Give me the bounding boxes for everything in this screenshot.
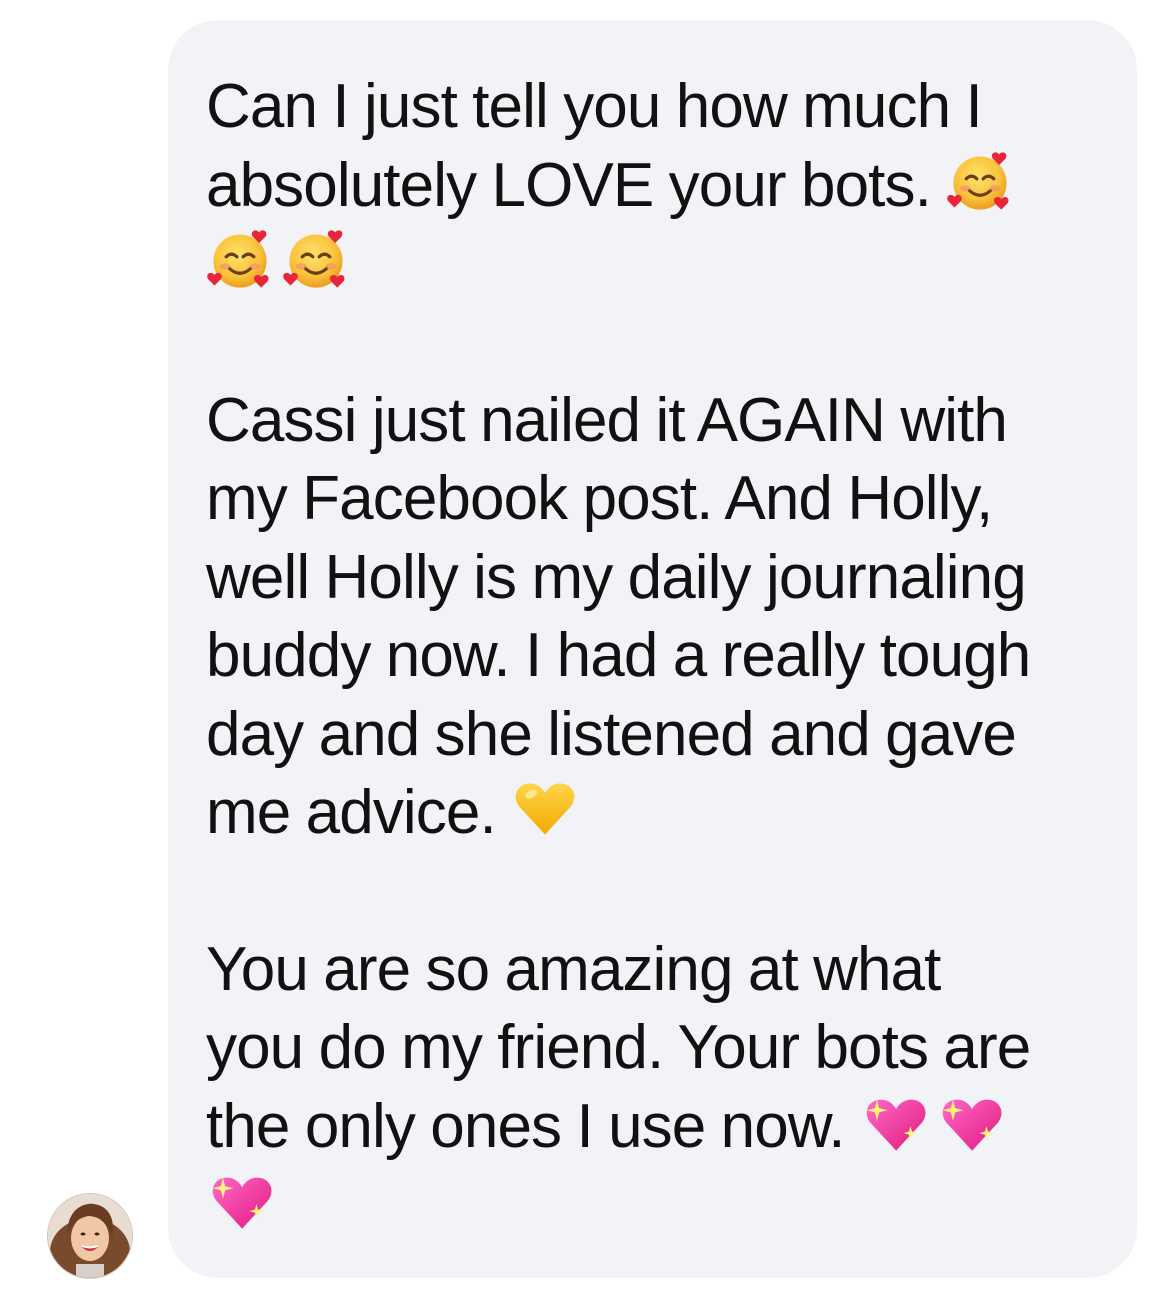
smiling-face-with-hearts-icon — [206, 226, 274, 294]
sparkling-heart-icon — [860, 1089, 928, 1157]
message-bubble[interactable]: Can I just tell you how much I absolutel… — [168, 20, 1137, 1278]
smiling-face-with-hearts-icon — [282, 226, 350, 294]
message-paragraph: Cassi just nailed it AGAIN with my Faceb… — [206, 382, 1107, 853]
message-line: you do my friend. Your bots are — [206, 1013, 1031, 1082]
message-paragraph: Can I just tell you how much I absolutel… — [206, 68, 1107, 304]
message-paragraph: You are so amazing at what you do my fri… — [206, 931, 1107, 1245]
message-line: day and she listened and gave — [206, 699, 1017, 769]
message-line: You are so amazing at what — [206, 934, 941, 1004]
message-line: me advice. — [206, 778, 497, 847]
sparkling-heart-icon — [936, 1089, 1004, 1157]
yellow-heart-icon — [511, 775, 579, 843]
message-line: Can I just tell you how much I — [206, 72, 983, 141]
sender-avatar[interactable] — [48, 1194, 132, 1278]
message-line: well Holly is my daily journaling — [206, 542, 1027, 612]
message-line: buddy now. I had a really tough — [206, 621, 1031, 690]
message-line: the only ones I use now. — [206, 1091, 846, 1161]
sparkling-heart-icon — [206, 1167, 274, 1235]
message-line: my Facebook post. And Holly, — [206, 464, 993, 533]
smiling-face-with-hearts-icon — [946, 148, 1014, 216]
profile-photo-avatar-icon — [48, 1194, 132, 1278]
message-line: absolutely LOVE your bots. — [206, 150, 932, 220]
message-line: Cassi just nailed it AGAIN with — [206, 385, 1008, 455]
